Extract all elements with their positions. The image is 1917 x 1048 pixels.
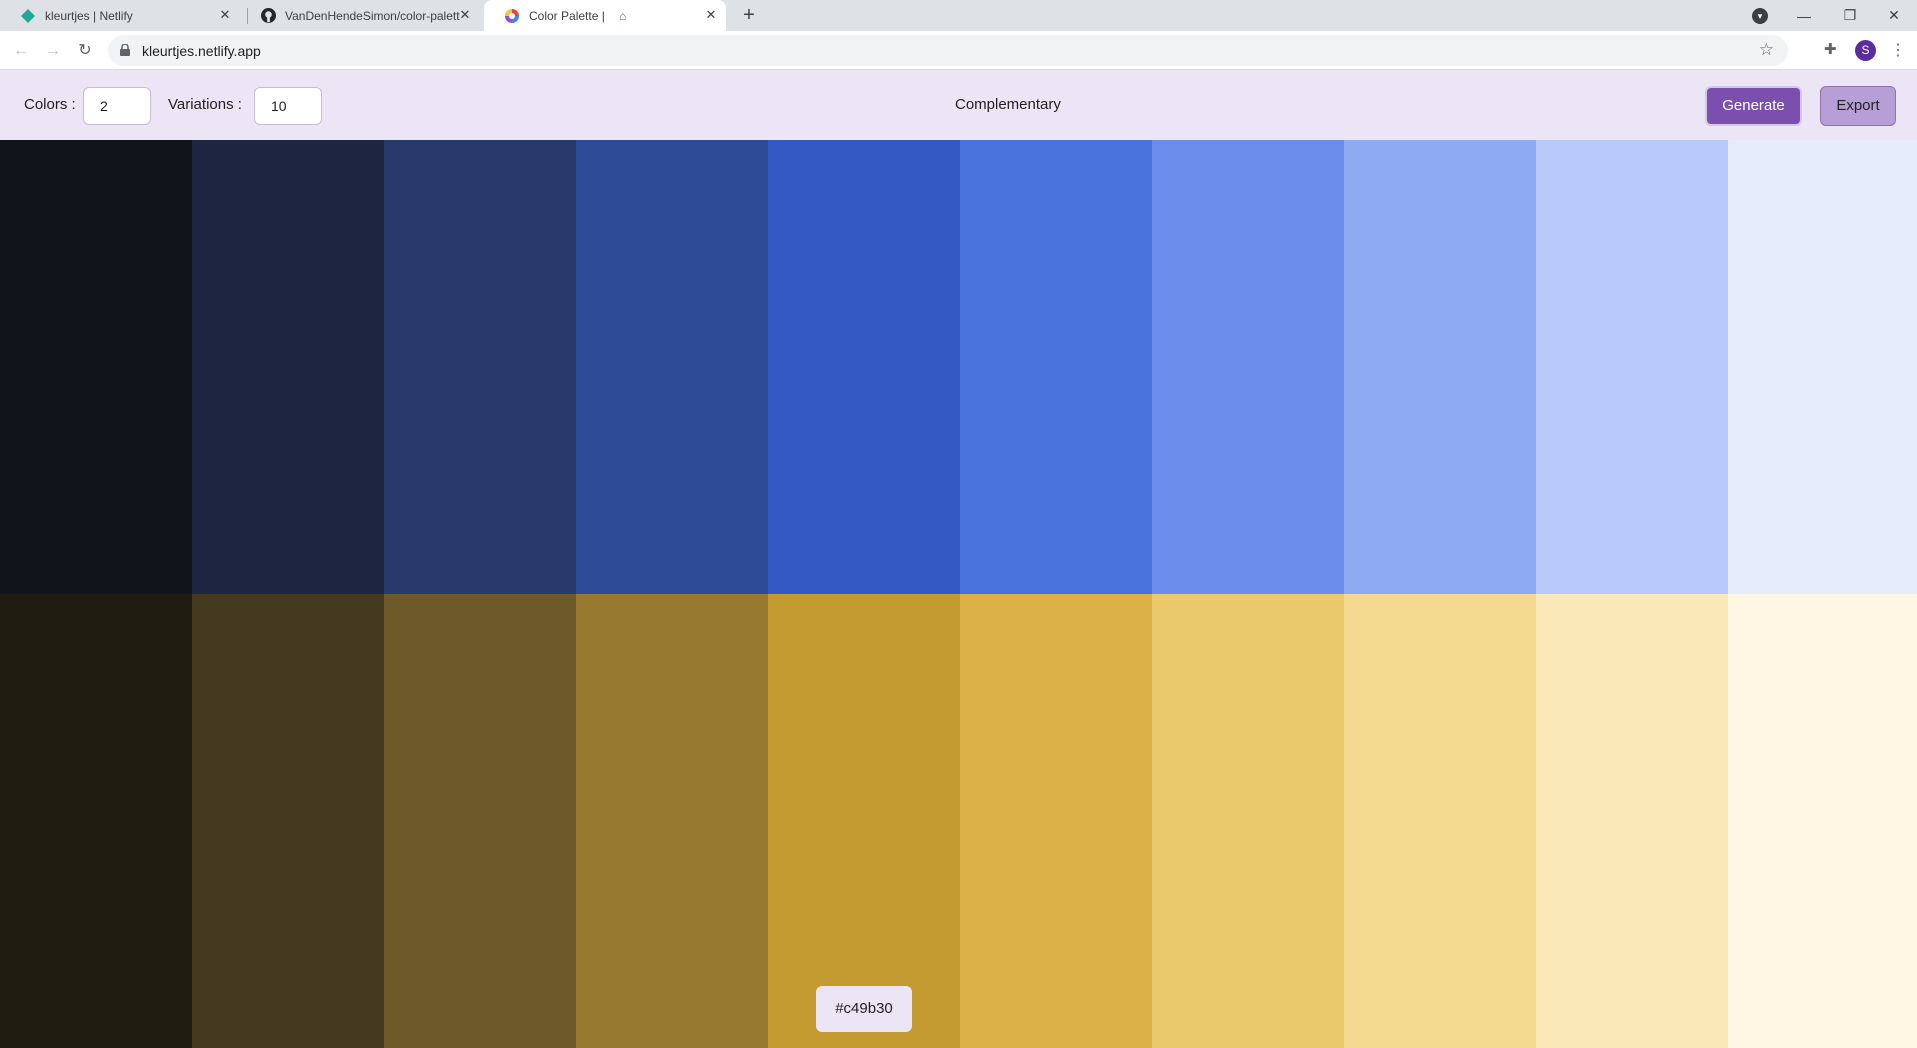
address-bar[interactable]: kleurtjes.netlify.app ☆: [108, 35, 1788, 66]
tab-title: Color Palette |: [529, 8, 605, 23]
close-icon[interactable]: ✕: [218, 8, 232, 22]
browser-toolbar: ← → ↻ kleurtjes.netlify.app ☆: [0, 31, 1917, 70]
color-swatch[interactable]: [1536, 140, 1728, 594]
color-swatch[interactable]: [1152, 594, 1344, 1048]
color-swatch[interactable]: [0, 594, 192, 1048]
generate-button[interactable]: Generate: [1705, 86, 1802, 126]
tab-color-palette[interactable]: Color Palette | ⌂ ✕: [484, 0, 726, 31]
color-swatch[interactable]: [384, 594, 576, 1048]
reload-icon[interactable]: ↻: [73, 39, 97, 63]
tab-title: kleurtjes | Netlify: [45, 8, 133, 23]
minimize-icon[interactable]: —: [1781, 0, 1827, 31]
restore-icon[interactable]: ❐: [1827, 0, 1873, 31]
hex-tooltip: #c49b30: [816, 986, 912, 1032]
url-text: kleurtjes.netlify.app: [142, 43, 261, 59]
color-swatch[interactable]: [1536, 594, 1728, 1048]
color-swatch[interactable]: [576, 594, 768, 1048]
profile-avatar[interactable]: S: [1855, 40, 1876, 61]
github-icon: [260, 8, 276, 24]
close-icon[interactable]: ✕: [458, 8, 472, 22]
variations-count-input[interactable]: [254, 87, 322, 125]
color-swatch[interactable]: [960, 140, 1152, 594]
netlify-icon: [20, 8, 36, 24]
color-wheel-icon: [504, 8, 520, 24]
palette-row: [0, 140, 1917, 594]
bookmark-star-icon[interactable]: ☆: [1759, 40, 1774, 60]
new-tab-button[interactable]: +: [738, 4, 760, 26]
app-header: Colors : Variations : Complementary Gene…: [0, 70, 1917, 140]
tab-netlify[interactable]: kleurtjes | Netlify ✕: [0, 0, 240, 31]
color-swatch[interactable]: [960, 594, 1152, 1048]
tab-search-icon[interactable]: ▾: [1752, 8, 1768, 24]
colors-label: Colors :: [24, 96, 76, 113]
close-icon[interactable]: ✕: [704, 8, 718, 22]
lock-icon: [120, 44, 130, 56]
forward-arrow-icon[interactable]: →: [41, 39, 65, 63]
color-swatch[interactable]: [1344, 594, 1536, 1048]
window-close-icon[interactable]: ✕: [1871, 0, 1917, 31]
color-swatch[interactable]: [768, 140, 960, 594]
color-swatch[interactable]: [1152, 140, 1344, 594]
house-emoji-icon: ⌂: [619, 8, 627, 23]
browser-tab-bar: kleurtjes | Netlify ✕ VanDenHendeSimon/c…: [0, 0, 1917, 31]
tab-github[interactable]: VanDenHendeSimon/color-palette ✕: [240, 0, 480, 31]
tab-title: VanDenHendeSimon/color-palette: [285, 8, 460, 23]
palette-row: [0, 594, 1917, 1048]
color-swatch[interactable]: [0, 140, 192, 594]
color-swatch[interactable]: [192, 140, 384, 594]
color-swatch[interactable]: [1344, 140, 1536, 594]
export-button[interactable]: Export: [1820, 86, 1896, 126]
variations-label: Variations :: [168, 96, 242, 113]
back-arrow-icon[interactable]: ←: [9, 39, 33, 63]
color-swatch[interactable]: [1728, 594, 1917, 1048]
extensions-puzzle-icon[interactable]: ✚: [1824, 40, 1837, 58]
colors-count-input[interactable]: [83, 87, 151, 125]
color-swatch[interactable]: [768, 594, 960, 1048]
color-swatch[interactable]: [384, 140, 576, 594]
color-swatch[interactable]: [1728, 140, 1917, 594]
color-swatch[interactable]: [576, 140, 768, 594]
scheme-name[interactable]: Complementary: [955, 96, 1061, 113]
color-swatch[interactable]: [192, 594, 384, 1048]
kebab-menu-icon[interactable]: ⋮: [1890, 40, 1906, 61]
palette-grid: [0, 140, 1917, 1048]
